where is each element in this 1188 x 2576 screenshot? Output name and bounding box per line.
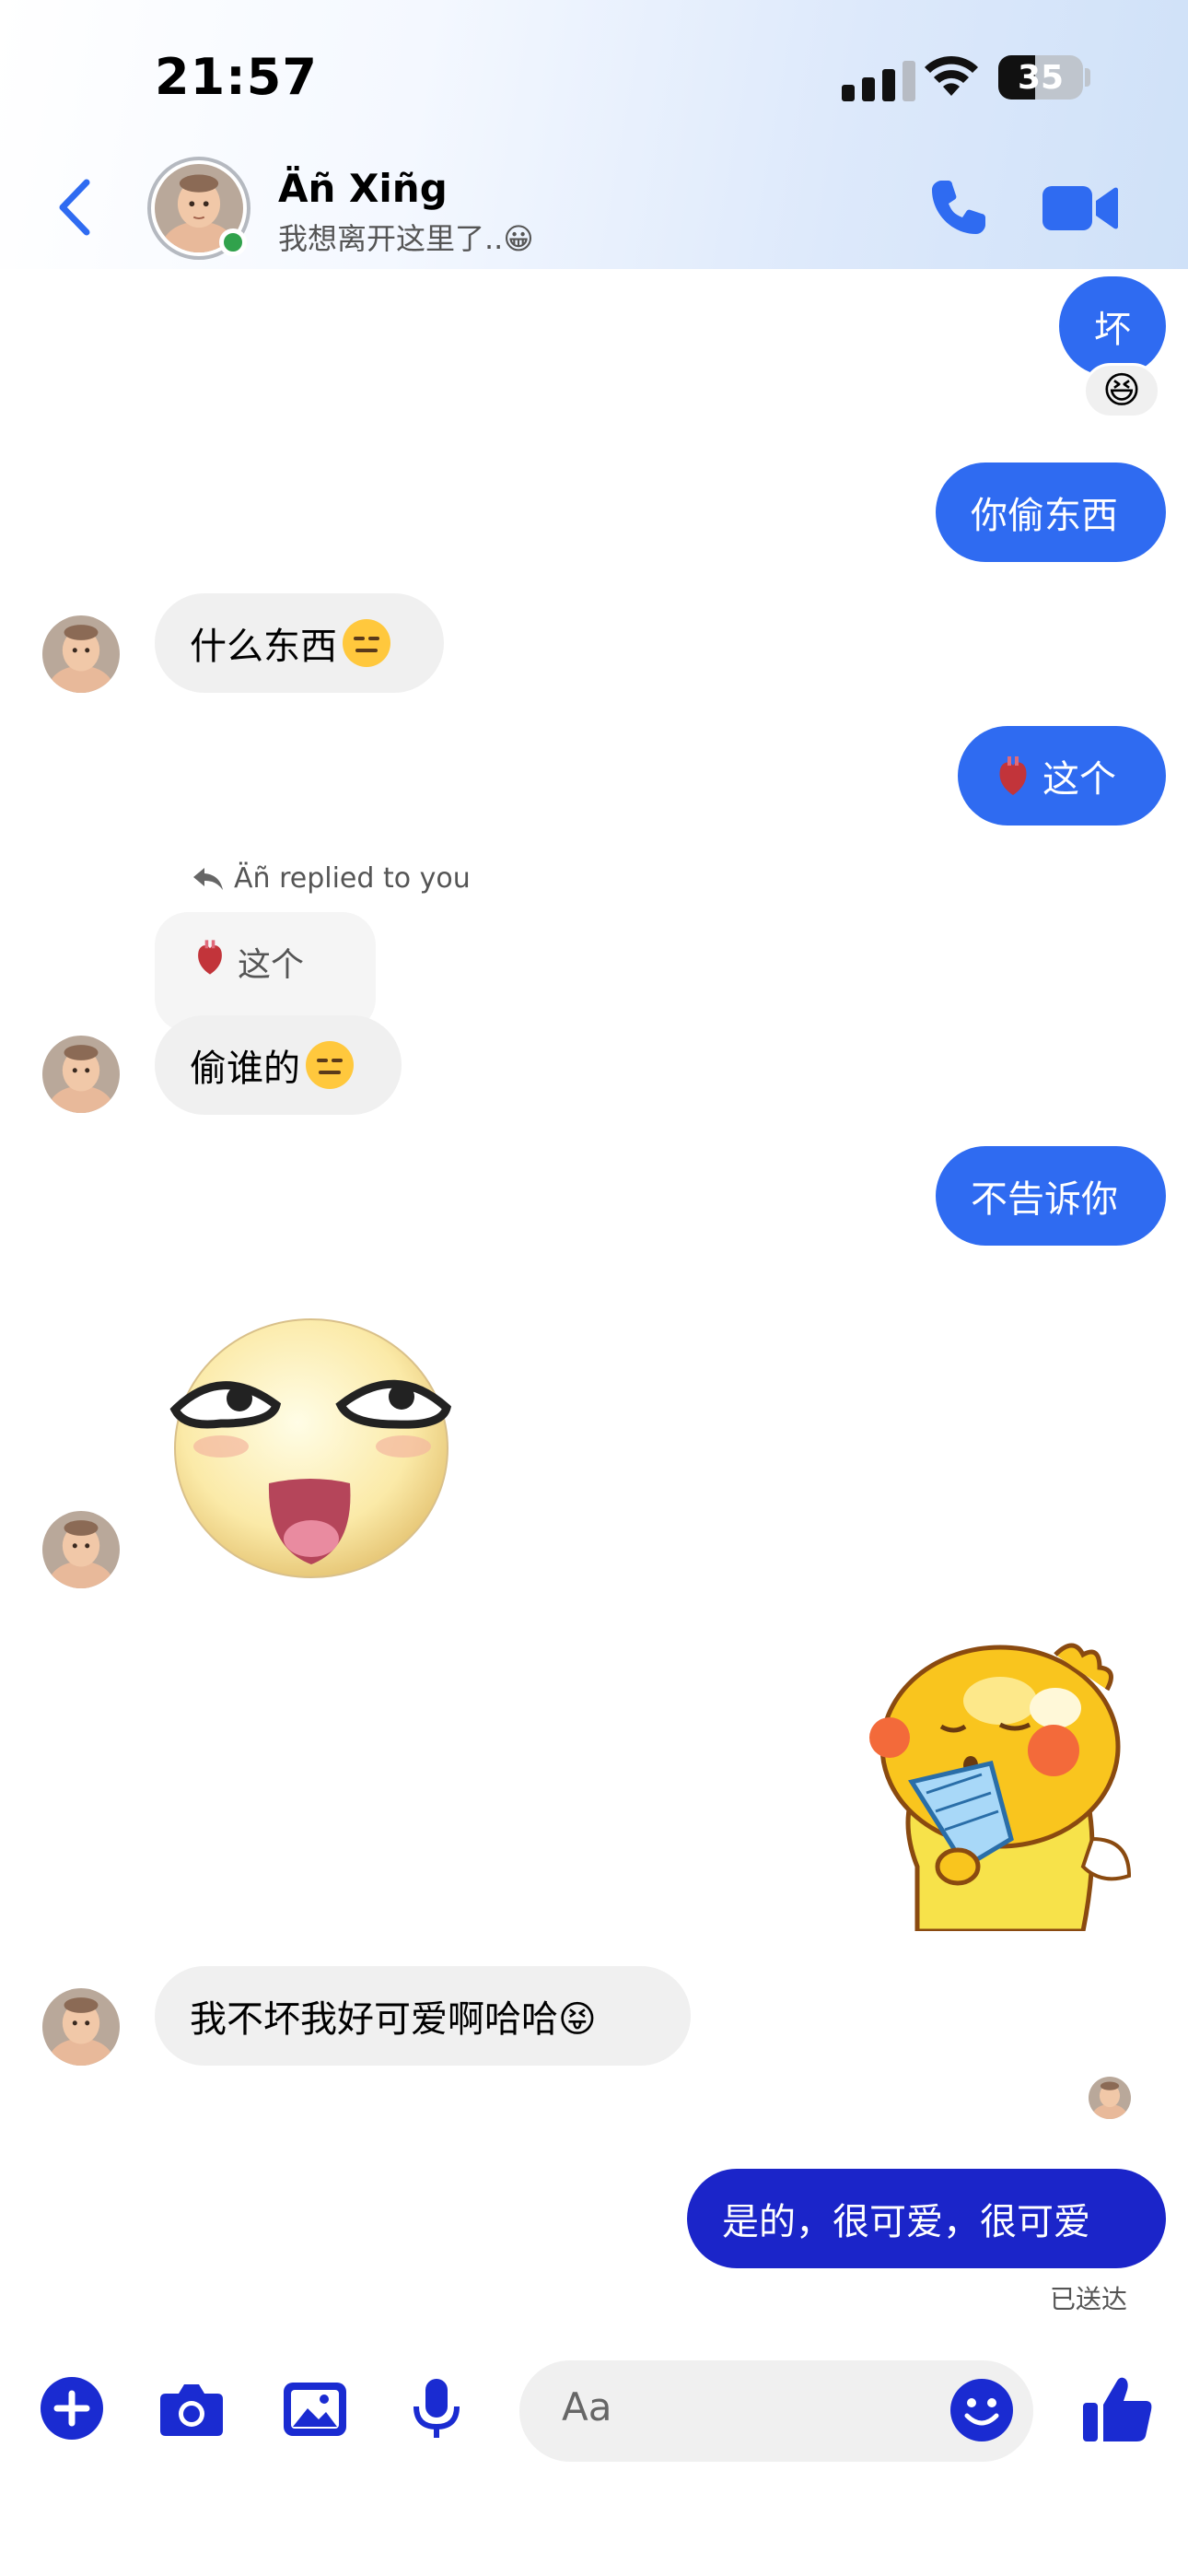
message-text: 坏 (1094, 309, 1131, 351)
message-outgoing[interactable]: 是的，很可爱，很可爱 (687, 2169, 1166, 2268)
chevron-left-icon[interactable] (53, 175, 99, 240)
message-text: 我不坏我好可爱啊哈哈😝 (190, 1998, 597, 2041)
grinning-face-sticker[interactable] (166, 1308, 460, 1585)
sender-avatar[interactable] (42, 615, 120, 693)
online-status-dot (219, 228, 247, 256)
read-receipt-avatar (1089, 2077, 1131, 2119)
message-text: 不告诉你 (971, 1178, 1118, 1221)
message-incoming[interactable]: 什么东西 (155, 593, 444, 693)
expressionless-emoji-icon (343, 619, 390, 667)
video-camera-icon[interactable] (1042, 181, 1118, 236)
message-outgoing[interactable]: 你偷东西 (936, 463, 1166, 562)
delivery-status: 已送达 (1050, 2284, 1128, 2314)
sender-avatar[interactable] (42, 1988, 120, 2066)
message-outgoing[interactable]: 这个 (958, 726, 1166, 825)
sender-avatar[interactable] (42, 1036, 120, 1113)
reply-indicator: Äñ replied to you (192, 862, 471, 895)
message-text: 是的，很可爱，很可爱 (722, 2201, 1090, 2243)
anatomical-heart-icon (999, 756, 1027, 795)
message-outgoing[interactable]: 坏 (1059, 276, 1166, 376)
wifi-icon (925, 55, 978, 96)
yellow-creature-fan-sticker[interactable] (862, 1636, 1138, 1931)
camera-icon[interactable] (158, 2375, 225, 2441)
anatomical-heart-icon (198, 940, 222, 975)
message-outgoing[interactable]: 不告诉你 (936, 1146, 1166, 1246)
message-text: 这个 (1042, 758, 1116, 801)
status-time: 21:57 (155, 48, 318, 106)
message-incoming[interactable]: 偷谁的 (155, 1015, 402, 1115)
messenger-chat-screen: 21:57 35 Äñ Xiñg 我想离开这里了..😀 坏 😆 你偷东西 什么东… (0, 0, 1188, 2576)
image-icon[interactable] (282, 2375, 348, 2441)
reply-arrow-icon (193, 867, 223, 890)
sender-avatar[interactable] (42, 1511, 120, 1588)
message-incoming[interactable]: 我不坏我好可爱啊哈哈😝 (155, 1966, 691, 2066)
message-reaction[interactable]: 😆 (1083, 363, 1160, 418)
expressionless-emoji-icon (306, 1041, 354, 1089)
message-input-placeholder: Aa (562, 2384, 612, 2430)
contact-name[interactable]: Äñ Xiñg (278, 166, 448, 211)
message-text: 什么东西 (190, 626, 337, 668)
plus-icon[interactable] (39, 2375, 105, 2441)
thumbs-up-icon[interactable] (1081, 2371, 1155, 2445)
quoted-text: 这个 (238, 946, 305, 984)
microphone-icon[interactable] (403, 2375, 470, 2441)
phone-icon[interactable] (926, 175, 991, 240)
replied-message-quote[interactable]: 这个 (155, 912, 376, 1032)
emoji-icon[interactable] (949, 2377, 1015, 2443)
battery-cap (1085, 68, 1090, 87)
reply-label-text: Äñ replied to you (234, 862, 471, 895)
message-text: 偷谁的 (190, 1048, 300, 1090)
message-text: 你偷东西 (971, 495, 1118, 537)
contact-status: 我想离开这里了..😀 (278, 221, 534, 256)
battery-level: 35 (1017, 58, 1065, 97)
